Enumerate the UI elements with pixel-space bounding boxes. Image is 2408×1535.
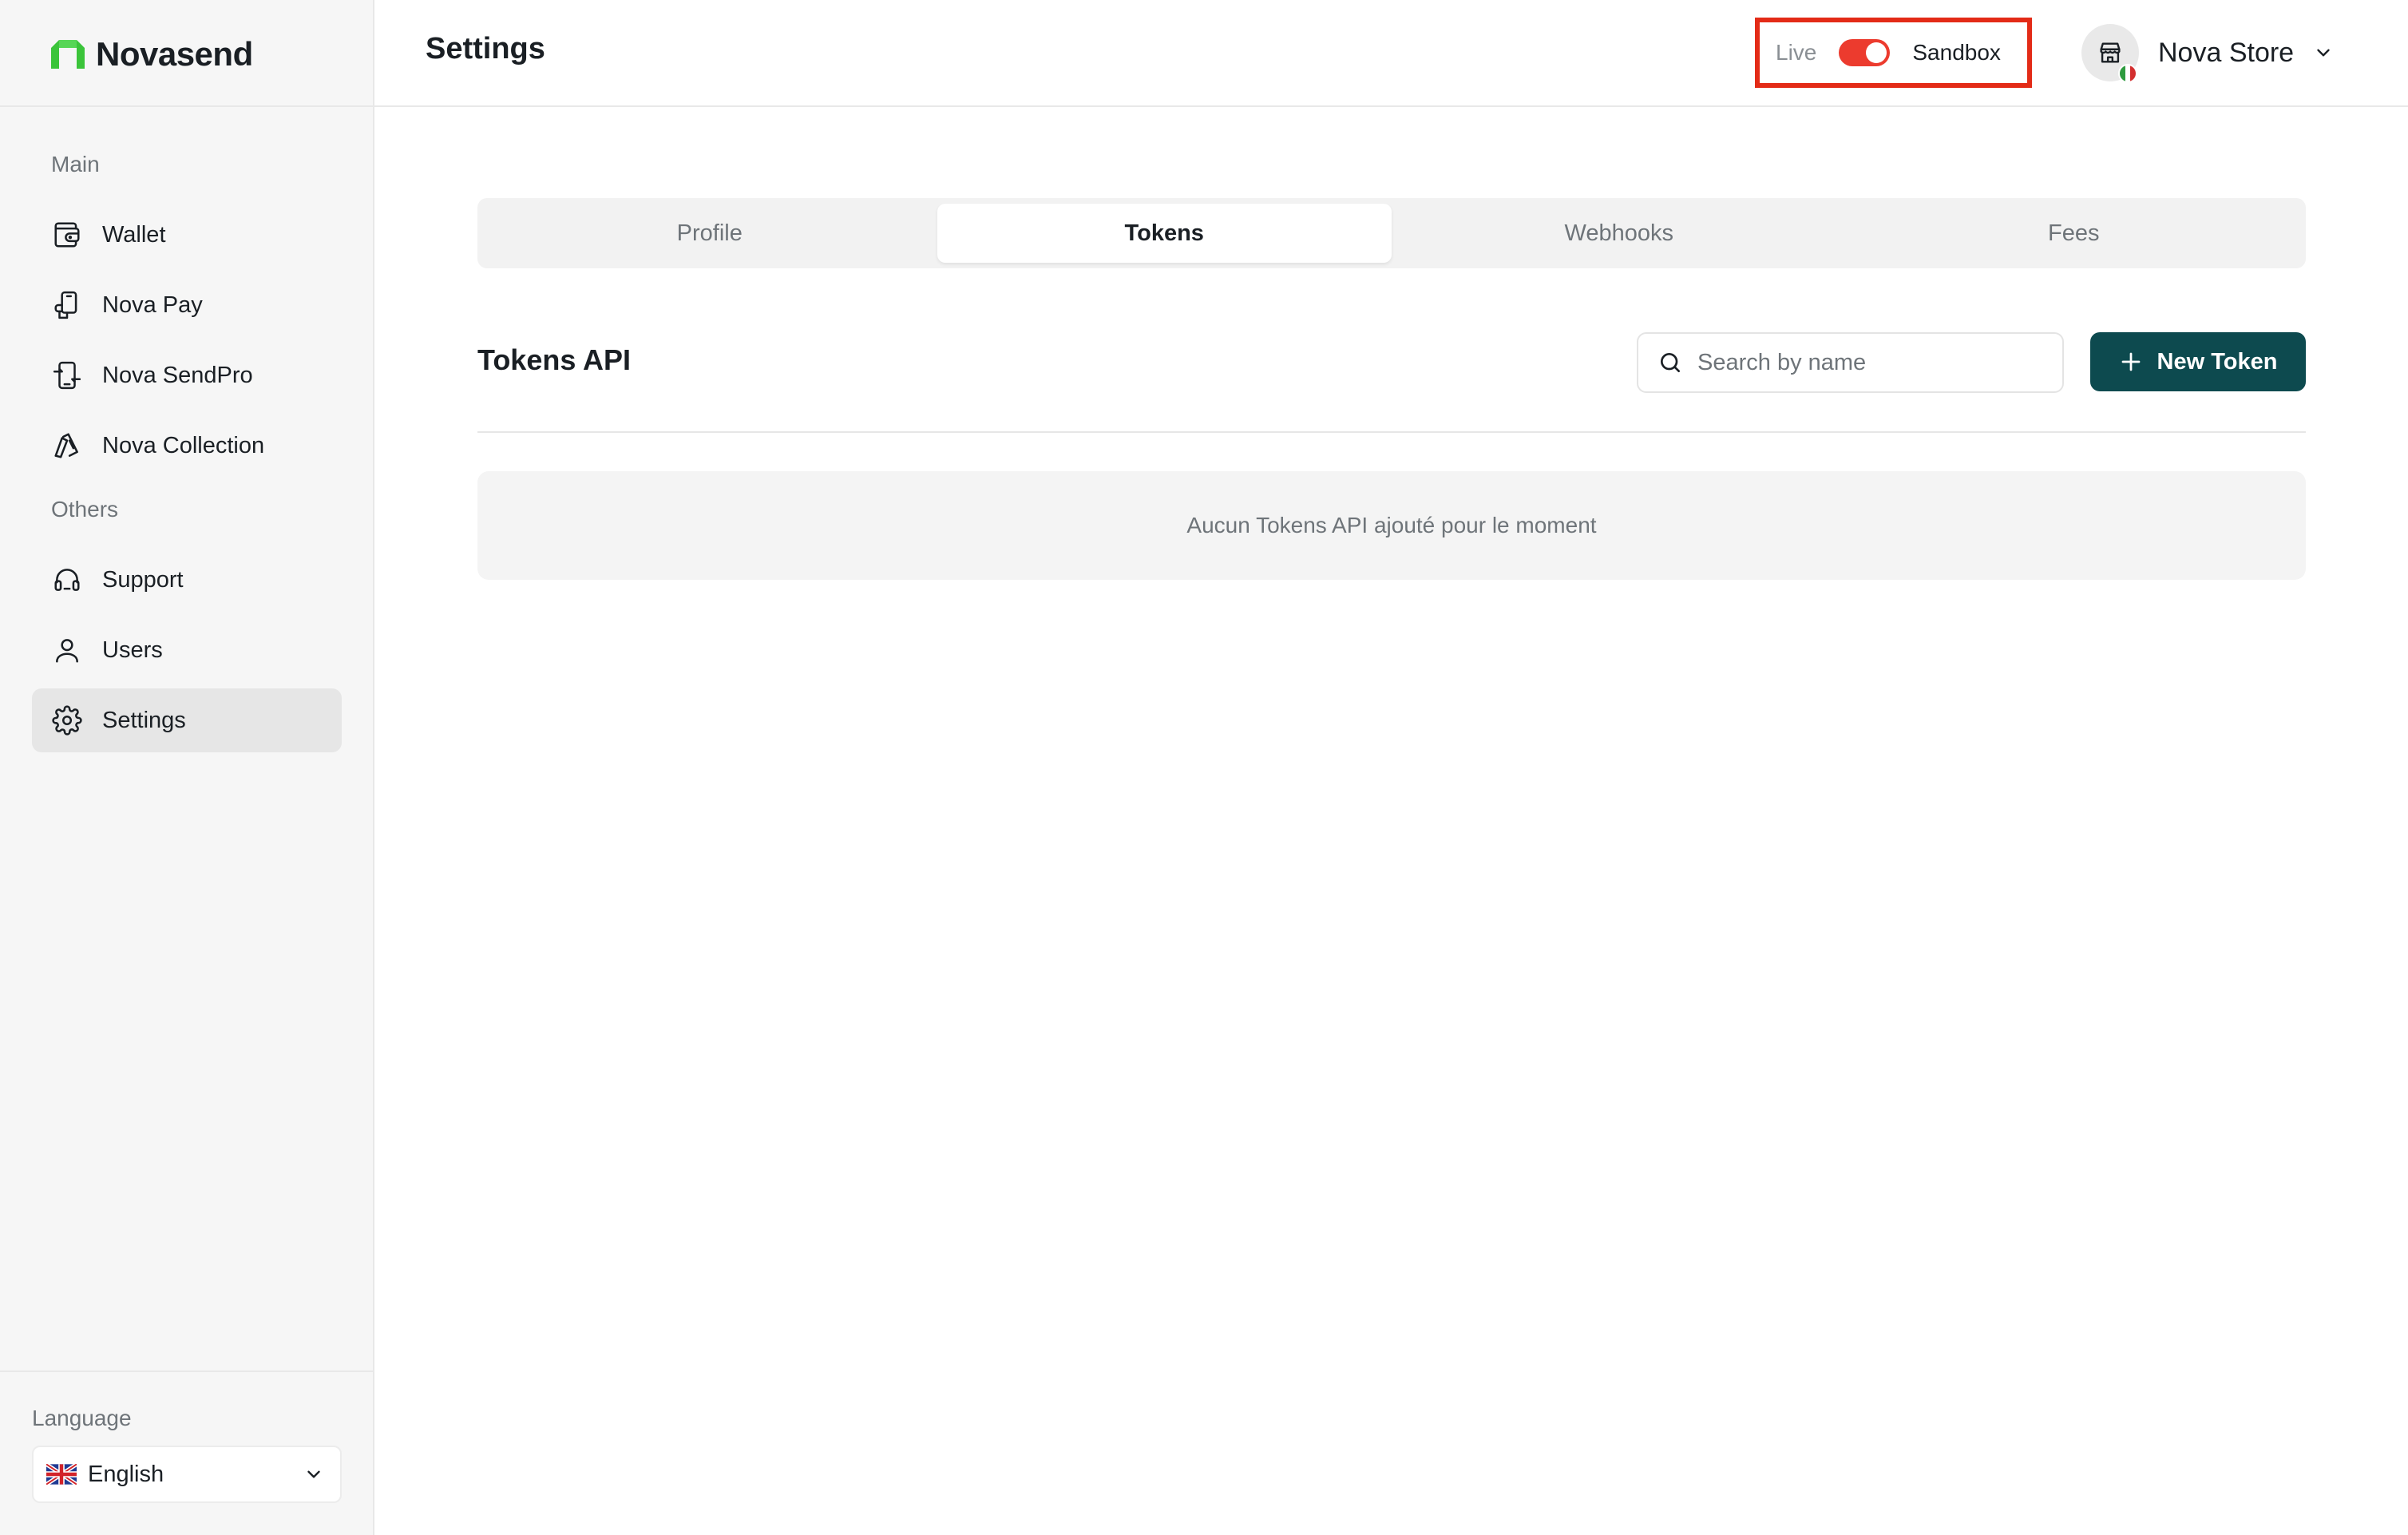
tab-webhooks[interactable]: Webhooks	[1392, 204, 1847, 263]
empty-state-message: Aucun Tokens API ajouté pour le moment	[1186, 513, 1597, 537]
sidebar-item-nova-sendpro[interactable]: Nova SendPro	[32, 343, 342, 407]
tab-fees[interactable]: Fees	[1847, 204, 2302, 263]
page-title: Settings	[426, 32, 545, 65]
phone-send-icon	[51, 359, 83, 391]
language-label: Language	[32, 1406, 132, 1430]
phone-pay-icon	[51, 289, 83, 321]
live-label[interactable]: Live	[1776, 40, 1816, 65]
plus-icon	[2121, 352, 2140, 371]
sandbox-toggle[interactable]	[1839, 39, 1891, 66]
top-header: Settings Live Sandbox Nova Store	[374, 0, 2408, 107]
sidebar-item-label: Settings	[102, 707, 186, 733]
sidebar-item-label: Support	[102, 566, 184, 593]
chevron-down-icon	[307, 1470, 320, 1478]
sidebar-item-nova-collection[interactable]: Nova Collection	[32, 414, 342, 478]
sidebar-item-label: Nova Pay	[102, 292, 203, 318]
search-input[interactable]	[1697, 349, 2062, 376]
brand[interactable]: Novasend	[51, 32, 253, 77]
sidebar-item-label: Nova Collection	[102, 432, 265, 458]
sandbox-label[interactable]: Sandbox	[1912, 40, 2001, 65]
search-box	[1637, 332, 2064, 393]
account-name: Nova Store	[2158, 37, 2295, 68]
account-menu[interactable]: Nova Store	[2081, 22, 2334, 83]
section-label-others: Others	[51, 497, 119, 522]
store-icon	[2100, 42, 2121, 63]
sidebar-item-label: Wallet	[102, 221, 166, 248]
section-divider	[477, 431, 2306, 433]
sidebar-item-users[interactable]: Users	[32, 618, 342, 682]
language-select[interactable]: English	[32, 1446, 342, 1503]
language-value: English	[88, 1461, 164, 1487]
collection-icon	[51, 430, 83, 462]
new-token-button[interactable]: New Token	[2090, 332, 2306, 391]
tab-tokens[interactable]: Tokens	[937, 204, 1392, 263]
toggle-knob	[1866, 42, 1887, 63]
settings-tabs: Profile Tokens Webhooks Fees	[477, 198, 2306, 268]
italy-flag-icon	[2118, 64, 2137, 83]
empty-state: Aucun Tokens API ajouté pour le moment	[477, 471, 2306, 580]
sidebar-item-support[interactable]: Support	[32, 548, 342, 612]
chevron-down-icon	[2317, 49, 2330, 57]
sidebar-divider	[0, 105, 374, 107]
section-label-main: Main	[51, 152, 100, 177]
tab-profile[interactable]: Profile	[482, 204, 937, 263]
search-icon	[1661, 353, 1680, 372]
sidebar-divider	[0, 1370, 374, 1372]
avatar	[2081, 24, 2139, 83]
wallet-icon	[51, 219, 83, 251]
sidebar-item-nova-pay[interactable]: Nova Pay	[32, 273, 342, 337]
sidebar-item-label: Users	[102, 637, 163, 663]
user-icon	[51, 634, 83, 666]
uk-flag-icon	[46, 1464, 77, 1485]
tokens-section-title: Tokens API	[477, 343, 632, 376]
brand-name: Novasend	[96, 35, 253, 73]
sidebar-item-settings[interactable]: Settings	[32, 688, 342, 752]
sidebar: Novasend Main Wallet Nova Pay Nova SendP…	[0, 0, 374, 1535]
gear-icon	[51, 704, 83, 736]
sidebar-item-wallet[interactable]: Wallet	[32, 203, 342, 267]
novasend-logo-icon	[51, 40, 85, 69]
new-token-label: New Token	[2157, 348, 2278, 375]
sidebar-item-label: Nova SendPro	[102, 362, 253, 388]
environment-switch: Live Sandbox	[1755, 18, 2032, 88]
headset-icon	[51, 564, 83, 596]
